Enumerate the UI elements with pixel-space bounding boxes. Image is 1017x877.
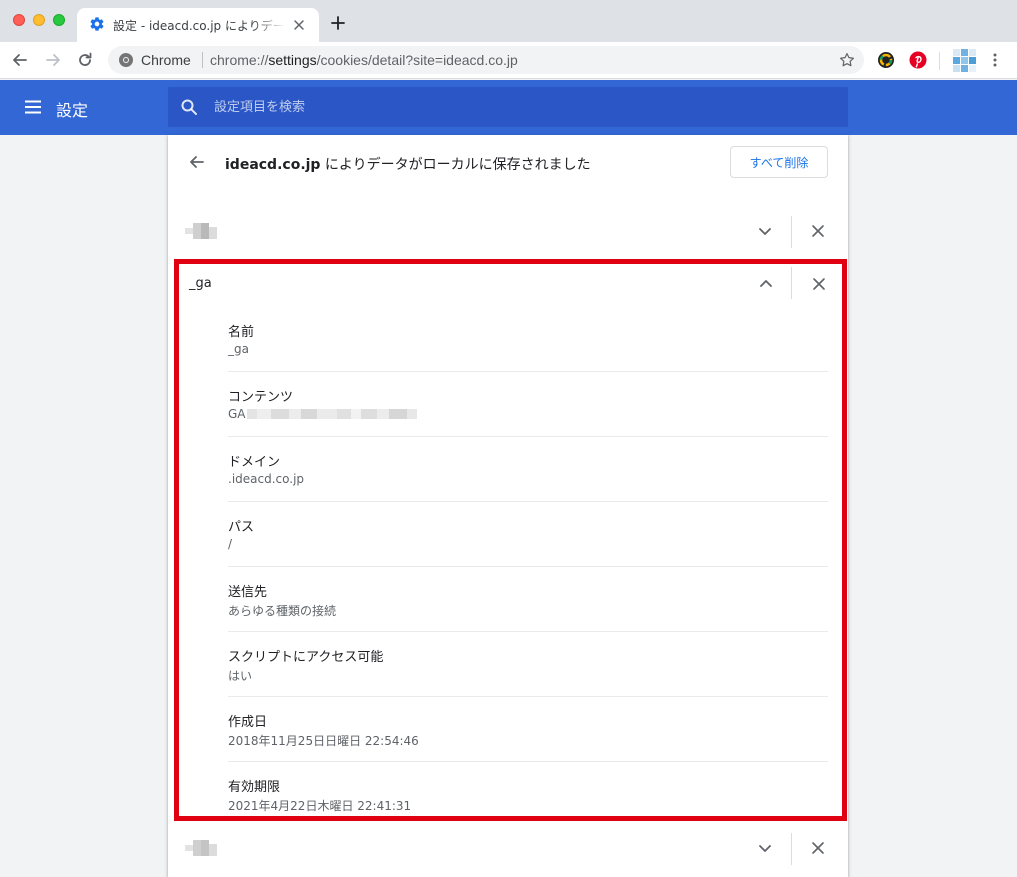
pinterest-icon[interactable] — [909, 51, 927, 69]
kebab-menu-icon[interactable] — [986, 51, 1004, 69]
settings-gear-icon — [90, 17, 104, 31]
detail-label: パス — [228, 520, 255, 535]
chevron-down-icon[interactable] — [756, 222, 774, 240]
detail-label: 送信先 — [228, 585, 268, 600]
detail-value: 2018年11月25日日曜日 22:54:46 — [228, 734, 419, 748]
detail-label: 名前 — [228, 325, 255, 340]
cookie-name[interactable]: _ga — [189, 276, 212, 291]
back-arrow-icon[interactable] — [188, 153, 206, 171]
back-arrow-icon[interactable] — [11, 51, 29, 69]
detail-label: 有効期限 — [228, 780, 281, 795]
detail-value: あらゆる種類の接続 — [228, 604, 337, 618]
detail-label: コンテンツ — [228, 390, 294, 405]
detail-script-access: スクリプトにアクセス可能 はい — [228, 646, 828, 711]
star-icon[interactable] — [838, 51, 856, 69]
close-icon[interactable] — [810, 840, 826, 856]
address-bar[interactable]: Chrome chrome://settings/cookies/detail?… — [108, 46, 864, 74]
detail-value: GA — [228, 407, 417, 422]
site-data-title: ideacd.co.jp によりデータがローカルに保存されました — [225, 157, 591, 173]
chevron-down-icon[interactable] — [756, 839, 774, 857]
detail-domain: ドメイン .ideacd.co.jp — [228, 451, 828, 516]
detail-content: コンテンツ GA — [228, 386, 828, 451]
cookie-row[interactable] — [168, 207, 848, 255]
search-bar — [168, 87, 848, 127]
detail-expires: 有効期限 2021年4月22日木曜日 22:41:31 — [228, 776, 828, 841]
detail-value: はい — [228, 669, 253, 683]
page-title: 設定 — [56, 101, 89, 120]
detail-value: _ga — [228, 342, 249, 356]
redacted-value — [246, 408, 417, 422]
site-chip[interactable]: Chrome — [141, 52, 191, 68]
close-icon[interactable] — [291, 17, 307, 33]
chevron-up-icon[interactable] — [757, 275, 775, 293]
cookie-name-redacted — [185, 840, 217, 856]
detail-label: 作成日 — [228, 715, 268, 730]
settings-header: 設定 — [0, 80, 1017, 135]
window-minimize-button[interactable] — [33, 14, 45, 26]
detail-path: パス / — [228, 516, 828, 581]
search-input[interactable] — [214, 87, 814, 127]
close-icon[interactable] — [810, 223, 826, 239]
detail-name: 名前 _ga — [228, 321, 828, 386]
detail-value: .ideacd.co.jp — [228, 472, 305, 486]
detail-send-for: 送信先 あらゆる種類の接続 — [228, 581, 828, 646]
color-wheel-extension-icon[interactable] — [877, 51, 895, 69]
browser-tab[interactable]: 設定 - ideacd.co.jp によりデータがローカルに保存されました — [77, 8, 319, 42]
cookie-expanded-panel: _ga 名前 _ga コンテンツ GA ドメイン .ideacd.co.jp パ… — [174, 259, 847, 821]
detail-label: ドメイン — [228, 455, 281, 470]
detail-label: スクリプトにアクセス可能 — [228, 650, 384, 665]
window-maximize-button[interactable] — [53, 14, 65, 26]
reload-icon[interactable] — [76, 51, 94, 69]
close-icon[interactable] — [811, 276, 827, 292]
detail-created: 作成日 2018年11月25日日曜日 22:54:46 — [228, 711, 828, 776]
avatar[interactable] — [953, 49, 976, 72]
tab-strip: 設定 - ideacd.co.jp によりデータがローカルに保存されました — [0, 0, 1017, 42]
menu-icon[interactable] — [24, 98, 42, 116]
detail-value: / — [228, 537, 233, 551]
cookie-name-redacted — [185, 223, 217, 239]
forward-arrow-icon[interactable] — [44, 51, 62, 69]
browser-toolbar: Chrome chrome://settings/cookies/detail?… — [0, 42, 1017, 79]
detail-value: 2021年4月22日木曜日 22:41:31 — [228, 799, 412, 813]
search-icon — [181, 99, 197, 115]
chrome-icon — [119, 53, 133, 67]
plus-icon[interactable] — [330, 15, 346, 31]
window-close-button[interactable] — [13, 14, 25, 26]
remove-all-button[interactable]: すべて削除 — [730, 146, 828, 178]
url-text[interactable]: chrome://settings/cookies/detail?site=id… — [210, 52, 518, 68]
